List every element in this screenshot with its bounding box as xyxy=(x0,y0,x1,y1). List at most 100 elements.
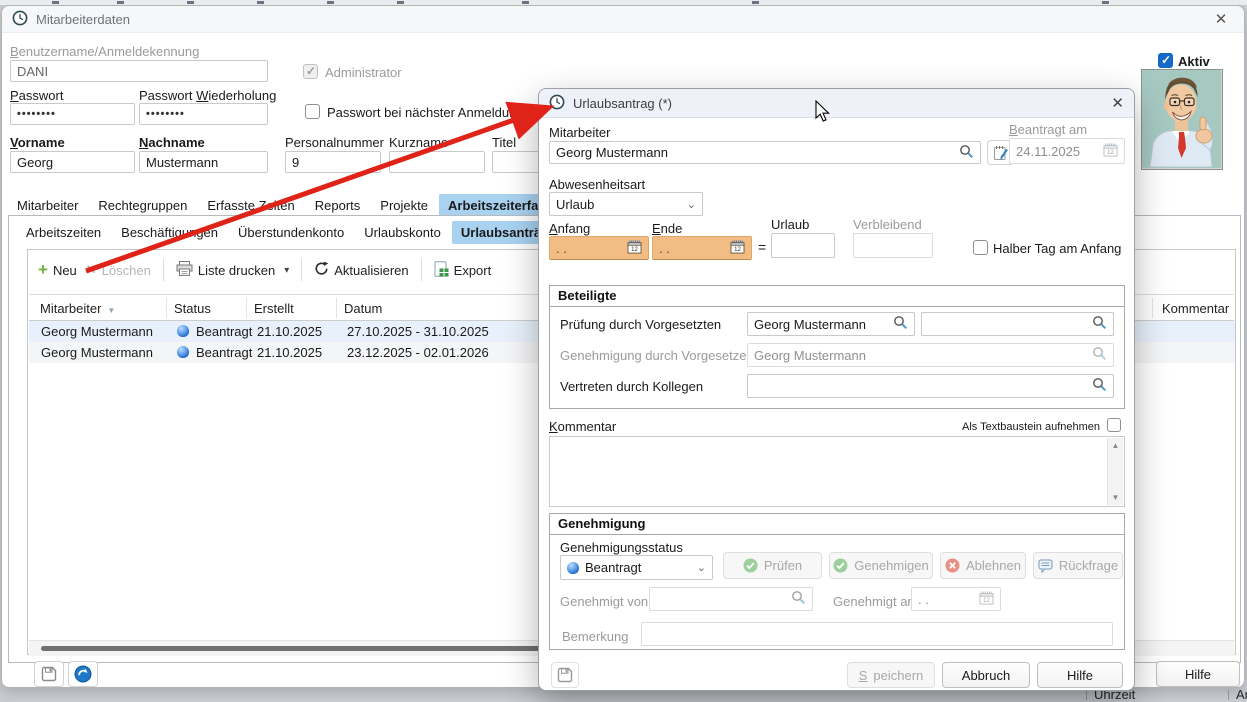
active-checkbox[interactable] xyxy=(1158,53,1173,68)
pruefung-field-2[interactable] xyxy=(921,312,1114,336)
ende-date-field[interactable]: . . 12 xyxy=(652,236,752,260)
column-header-datum[interactable]: Datum xyxy=(344,301,382,316)
new-button[interactable]: + Neu xyxy=(38,263,77,278)
calendar-icon[interactable]: 12 xyxy=(730,240,745,257)
calendar-icon[interactable]: 12 xyxy=(627,240,642,257)
pruefen-button[interactable]: Prüfen xyxy=(723,552,822,579)
subtab-ueberstundenkonto[interactable]: Überstundenkonto xyxy=(229,221,353,244)
genehmigungsstatus-select[interactable]: Beantragt ⌄ xyxy=(560,555,713,580)
abwesenheitsart-label: Abwesenheitsart xyxy=(549,177,645,192)
halber-tag-checkbox[interactable] xyxy=(973,240,988,255)
desktop: { "window": { "title": "Mitarbeiterdaten… xyxy=(0,0,1247,700)
status-beantragt-icon xyxy=(177,325,189,337)
tab-mitarbeiter[interactable]: Mitarbeiter xyxy=(8,194,87,217)
password-field[interactable]: •••••••• xyxy=(10,103,135,125)
column-header-kommentar[interactable]: Kommentar xyxy=(1162,301,1229,316)
password-change-checkbox[interactable] xyxy=(305,104,320,119)
subtab-beschaeftigungen[interactable]: Beschäftigungen xyxy=(112,221,227,244)
export-button[interactable]: Export xyxy=(434,261,492,280)
kommentar-textarea[interactable]: ▲ ▼ xyxy=(549,436,1125,507)
printer-icon xyxy=(176,261,193,279)
column-divider[interactable] xyxy=(336,298,337,318)
beantragt-am-label: Beantragt am xyxy=(1009,122,1087,137)
textbaustein-checkbox[interactable] xyxy=(1107,418,1121,432)
personnel-number-field[interactable]: 9 xyxy=(285,151,381,173)
administrator-checkbox[interactable] xyxy=(303,64,318,79)
main-help-button[interactable]: Hilfe xyxy=(1156,661,1240,687)
cell-erstellt: 21.10.2025 xyxy=(257,345,322,360)
main-window-titlebar[interactable]: Mitarbeiterdaten xyxy=(2,6,1244,33)
dialog-titlebar[interactable]: Urlaubsantrag (*) ✕ xyxy=(539,89,1134,118)
abbruch-button[interactable]: Abbruch xyxy=(942,662,1030,688)
pruefung-field[interactable]: Georg Mustermann xyxy=(747,312,915,336)
column-divider[interactable] xyxy=(1152,298,1153,318)
ablehnen-button[interactable]: Ablehnen xyxy=(940,552,1026,579)
column-header-erstellt[interactable]: Erstellt xyxy=(254,301,294,316)
abwesenheitsart-select[interactable]: Urlaub ⌄ xyxy=(549,192,703,216)
cell-datum: 23.12.2025 - 02.01.2026 xyxy=(347,345,489,360)
column-divider[interactable] xyxy=(246,298,247,318)
mitarbeiter-field[interactable]: Georg Mustermann xyxy=(549,141,981,164)
dialog-hilfe-button[interactable]: Hilfe xyxy=(1037,662,1123,688)
genehmigung-durch-field: Georg Mustermann xyxy=(747,343,1114,367)
vertreten-field[interactable] xyxy=(747,374,1114,398)
firstname-field[interactable]: Georg xyxy=(10,151,135,173)
tab-rechtegruppen[interactable]: Rechtegruppen xyxy=(89,194,196,217)
beteiligte-groupbox: Beteiligte Prüfung durch Vorgesetzten Ge… xyxy=(549,285,1125,409)
speichern-button[interactable]: Speichern xyxy=(847,662,935,688)
shortname-field[interactable] xyxy=(389,151,485,173)
vertreten-label: Vertreten durch Kollegen xyxy=(560,379,703,394)
password-repeat-label: Passwort Wiederholung xyxy=(139,88,276,103)
genehmigung-title: Genehmigung xyxy=(550,514,1124,535)
title-field-label: Titel xyxy=(492,135,516,150)
administrator-label: Administrator xyxy=(325,65,402,80)
svg-text:12: 12 xyxy=(631,247,638,253)
blue-circular-arrow-icon xyxy=(74,665,92,683)
divider xyxy=(1086,690,1087,700)
main-tabs: Mitarbeiter Rechtegruppen Erfasste Zeite… xyxy=(8,194,586,217)
username-field[interactable]: DANI xyxy=(10,60,268,82)
refresh-icon xyxy=(314,261,329,279)
tab-erfasste-zeiten[interactable]: Erfasste Zeiten xyxy=(198,194,303,217)
search-icon[interactable] xyxy=(1092,377,1107,395)
scroll-up-icon[interactable]: ▲ xyxy=(1112,438,1120,453)
password-repeat-field[interactable]: •••••••• xyxy=(139,103,268,125)
firstname-label: Vorname xyxy=(10,135,65,150)
print-list-button[interactable]: Liste drucken ▾ xyxy=(176,261,289,279)
delete-button[interactable]: ✕ Löschen xyxy=(86,262,151,278)
genehmigt-von-field xyxy=(649,587,813,611)
refresh-button[interactable]: Aktualisieren xyxy=(314,261,408,279)
genehmigen-button[interactable]: Genehmigen xyxy=(829,552,933,579)
cell-status: Beantragt xyxy=(196,324,252,339)
subtab-arbeitszeiten[interactable]: Arbeitszeiten xyxy=(17,221,110,244)
beantragt-am-field: 24.11.2025 12 xyxy=(1009,138,1125,164)
search-icon[interactable] xyxy=(1092,315,1107,333)
cell-status: Beantragt xyxy=(196,345,252,360)
dialog-close-icon[interactable]: ✕ xyxy=(1111,94,1124,112)
tab-reports[interactable]: Reports xyxy=(306,194,370,217)
column-header-mitarbeiter[interactable]: Mitarbeiter▼ xyxy=(40,301,115,316)
title-field[interactable] xyxy=(492,151,542,173)
main-close-icon[interactable]: ✕ xyxy=(1212,11,1230,29)
chevron-down-icon[interactable]: ▾ xyxy=(284,265,289,276)
calendar-icon: 12 xyxy=(979,591,994,608)
kommentar-label: Kommentar xyxy=(549,419,616,434)
urlaub-field[interactable] xyxy=(771,233,835,258)
lastname-field[interactable]: Mustermann xyxy=(139,151,268,173)
floppy-icon xyxy=(557,667,573,683)
search-icon[interactable] xyxy=(959,144,974,162)
anfang-date-field[interactable]: . . 12 xyxy=(549,236,649,260)
subtab-urlaubskonto[interactable]: Urlaubskonto xyxy=(355,221,450,244)
column-header-status[interactable]: Status xyxy=(174,301,211,316)
dialog-title: Urlaubsantrag (*) xyxy=(573,96,672,111)
search-icon[interactable] xyxy=(893,315,908,333)
tab-projekte[interactable]: Projekte xyxy=(371,194,437,217)
scroll-down-icon[interactable]: ▼ xyxy=(1112,490,1120,505)
save-button[interactable] xyxy=(34,661,64,687)
rueckfrage-button[interactable]: Rückfrage xyxy=(1033,552,1123,579)
dialog-save-icon-button[interactable] xyxy=(551,662,579,688)
speed-refresh-button[interactable] xyxy=(68,661,98,687)
genehmigt-von-label: Genehmigt von xyxy=(560,594,648,609)
textarea-scrollbar[interactable]: ▲ ▼ xyxy=(1107,438,1123,505)
column-divider[interactable] xyxy=(166,298,167,318)
